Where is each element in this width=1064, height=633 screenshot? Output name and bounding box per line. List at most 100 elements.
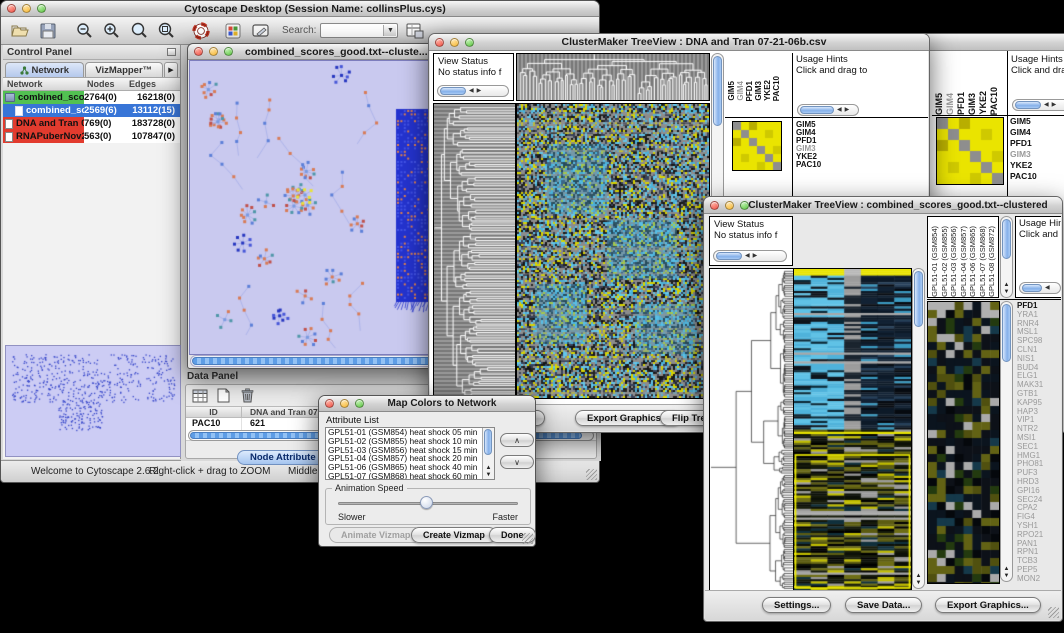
open-folder-icon[interactable] xyxy=(9,20,31,42)
attribute-list-vscrollbar[interactable]: ▲▼ xyxy=(482,428,494,479)
scroll-thumb[interactable] xyxy=(914,271,923,327)
close-button[interactable] xyxy=(325,399,334,408)
heatmap-canvas[interactable] xyxy=(794,269,911,590)
animate-vizmap-button[interactable]: Animate Vizmap xyxy=(329,527,422,543)
scroll-thumb[interactable] xyxy=(484,429,492,455)
view-status-hscrollbar[interactable]: ◀ ▶ xyxy=(713,250,787,262)
treeview0-detail-heatmap[interactable] xyxy=(936,117,1004,185)
scroll-arrows[interactable]: ▲▼ xyxy=(913,573,924,587)
network-row[interactable]: combined_scores 2764(0) 16218(0) xyxy=(3,91,180,104)
zoom-fit-icon[interactable] xyxy=(154,20,176,42)
attribute-table-icon[interactable] xyxy=(191,387,208,404)
zoom-vscrollbar[interactable]: ▲▼ xyxy=(1000,301,1013,582)
treeview2-vscrollbar[interactable]: ▲▼ xyxy=(912,268,925,589)
move-up-button[interactable]: ∧ xyxy=(500,433,534,447)
zoom-in-icon[interactable] xyxy=(100,20,122,42)
zoom-button[interactable] xyxy=(224,47,233,56)
scroll-thumb[interactable] xyxy=(716,252,742,260)
scroll-thumb[interactable] xyxy=(713,56,722,126)
help-lifebuoy-icon[interactable] xyxy=(190,20,212,42)
birds-eye-canvas[interactable] xyxy=(6,346,180,456)
minimize-button[interactable] xyxy=(450,38,459,47)
col-network[interactable]: Network xyxy=(7,79,43,89)
main-titlebar[interactable]: Cytoscape Desktop (Session Name: collins… xyxy=(1,1,599,17)
treeview2-heatmap[interactable] xyxy=(793,268,912,591)
treeview1-detail-heatmap[interactable] xyxy=(732,121,782,171)
delete-attribute-icon[interactable] xyxy=(239,387,256,404)
treeview2-row-dendrogram[interactable] xyxy=(709,268,794,591)
save-data-button[interactable]: Save Data... xyxy=(845,597,922,613)
scroll-left-icon[interactable]: ◀ xyxy=(469,88,474,94)
treeview1-heatmap[interactable] xyxy=(516,103,710,399)
zoom-selected-icon[interactable] xyxy=(127,20,149,42)
dialog-titlebar[interactable]: Map Colors to Network xyxy=(319,396,535,412)
network-row[interactable]: RNAPuberNov2+ 563(0) 107847(0) xyxy=(3,130,180,143)
move-down-button[interactable]: ∨ xyxy=(500,455,534,469)
scroll-arrows[interactable]: ▲▼ xyxy=(1001,566,1012,580)
treeview2-titlebar[interactable]: ClusterMaker TreeView : combined_scores_… xyxy=(704,197,1062,214)
scroll-left-icon[interactable]: ◀ xyxy=(1044,102,1049,108)
annotation-icon[interactable] xyxy=(250,20,272,42)
scroll-thumb[interactable] xyxy=(1002,304,1011,362)
scroll-arrows[interactable]: ▲▼ xyxy=(1001,282,1012,296)
export-graphics-button[interactable]: Export Graphics... xyxy=(935,597,1041,613)
birds-eye-view[interactable] xyxy=(5,345,181,457)
vizmapper-icon[interactable] xyxy=(222,20,244,42)
scroll-right-icon[interactable]: ▶ xyxy=(753,253,758,259)
close-button[interactable] xyxy=(7,4,16,13)
minimize-button[interactable] xyxy=(22,4,31,13)
scroll-right-icon[interactable]: ▶ xyxy=(477,88,482,94)
settings-button[interactable]: Settings... xyxy=(762,597,831,613)
usage-hints-hscrollbar[interactable]: ◀ xyxy=(1019,282,1061,294)
heatmap-canvas[interactable] xyxy=(517,104,709,398)
scroll-right-icon[interactable]: ▶ xyxy=(845,107,850,113)
network-row[interactable]: combined_sco 2569(6) 13112(15) xyxy=(3,104,180,117)
save-icon[interactable] xyxy=(37,20,59,42)
col-edges[interactable]: Edges xyxy=(129,79,156,89)
row-dendrogram-canvas[interactable] xyxy=(710,269,793,590)
treeview1-column-dendrogram[interactable] xyxy=(516,53,710,101)
combo-arrow-icon[interactable]: ▼ xyxy=(383,25,396,36)
treeview1-row-dendrogram[interactable] xyxy=(433,103,516,399)
search-input[interactable]: ▼ xyxy=(320,23,398,38)
scroll-thumb[interactable] xyxy=(800,106,834,114)
close-button[interactable] xyxy=(710,201,719,210)
treeview2-zoom-heatmap[interactable] xyxy=(927,301,1000,584)
attribute-list[interactable]: GPL51-01 (GSM854) heat shock 05 minGPL51… xyxy=(325,427,495,480)
resize-grip[interactable] xyxy=(586,469,597,480)
usage-hints-hscrollbar[interactable]: ◀ ▶ xyxy=(797,104,859,116)
tabs-overflow-button[interactable]: ▶ xyxy=(164,62,178,77)
create-vizmap-button[interactable]: Create Vizmap xyxy=(411,527,497,543)
column-labels-vscrollbar[interactable]: ▲▼ xyxy=(1000,216,1013,298)
detail-heatmap-canvas[interactable] xyxy=(733,122,781,170)
minimize-button[interactable] xyxy=(209,47,218,56)
scroll-left-icon[interactable]: ◀ xyxy=(837,107,842,113)
zoom-out-icon[interactable] xyxy=(73,20,95,42)
col-id[interactable]: ID xyxy=(186,407,242,417)
scroll-thumb[interactable] xyxy=(1022,284,1042,292)
scroll-arrows[interactable]: ▲▼ xyxy=(483,465,494,479)
scroll-thumb[interactable] xyxy=(440,87,466,95)
zoom-heatmap-canvas[interactable] xyxy=(928,302,999,583)
scroll-right-icon[interactable]: ▶ xyxy=(1052,102,1057,108)
resize-grip[interactable] xyxy=(1048,607,1059,618)
float-panel-icon[interactable] xyxy=(167,48,176,56)
attribute-item[interactable]: GPL51-07 (GSM868) heat shock 60 min xyxy=(326,472,494,480)
tab-vizmapper[interactable]: VizMapper™ xyxy=(85,62,164,77)
row-dendrogram-canvas[interactable] xyxy=(434,104,515,398)
tab-network[interactable]: Network xyxy=(5,62,84,77)
minimize-button[interactable] xyxy=(340,399,349,408)
minimize-button[interactable] xyxy=(725,201,734,210)
close-button[interactable] xyxy=(435,38,444,47)
scroll-thumb[interactable] xyxy=(1002,219,1011,259)
usage-hints-hscrollbar[interactable]: ◀ ▶ xyxy=(1012,99,1064,111)
new-attribute-icon[interactable] xyxy=(215,387,232,404)
close-button[interactable] xyxy=(194,47,203,56)
scroll-thumb[interactable] xyxy=(1015,101,1041,109)
detail-heatmap-canvas[interactable] xyxy=(937,118,1003,184)
speed-slider-thumb[interactable] xyxy=(420,496,433,509)
treeview1-titlebar[interactable]: ClusterMaker TreeView : DNA and Tran 07-… xyxy=(429,34,929,51)
scroll-left-icon[interactable]: ◀ xyxy=(1045,285,1050,291)
column-dendrogram-canvas[interactable] xyxy=(517,54,709,100)
col-nodes[interactable]: Nodes xyxy=(87,79,115,89)
